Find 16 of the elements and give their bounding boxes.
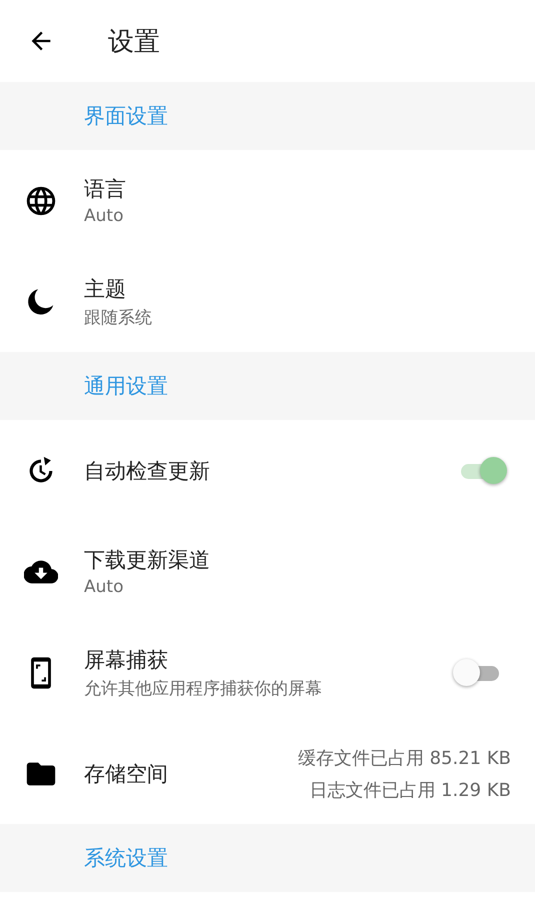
- setting-title: 屏幕捕获: [84, 646, 169, 674]
- setting-value: 跟随系统: [84, 306, 153, 328]
- section-title: 系统设置: [84, 845, 168, 872]
- page-title: 设置: [108, 26, 160, 58]
- setting-title: 存储空间: [84, 760, 169, 788]
- setting-value: 允许其他应用程序捕获你的屏幕: [84, 678, 323, 700]
- setting-title: 自动检查更新: [84, 458, 211, 484]
- setting-title: 语言: [84, 176, 127, 203]
- setting-value: Auto: [84, 577, 124, 597]
- section-title: 通用设置: [84, 373, 168, 400]
- setting-title: 下载更新渠道: [84, 547, 211, 574]
- section-title: 界面设置: [84, 103, 168, 130]
- storage-usage: 缓存文件已占用 85.21 KB: [298, 746, 511, 770]
- storage-usage: 日志文件已占用 1.29 KB: [309, 778, 511, 802]
- setting-value: Auto: [84, 206, 124, 226]
- setting-title: 主题: [84, 276, 127, 302]
